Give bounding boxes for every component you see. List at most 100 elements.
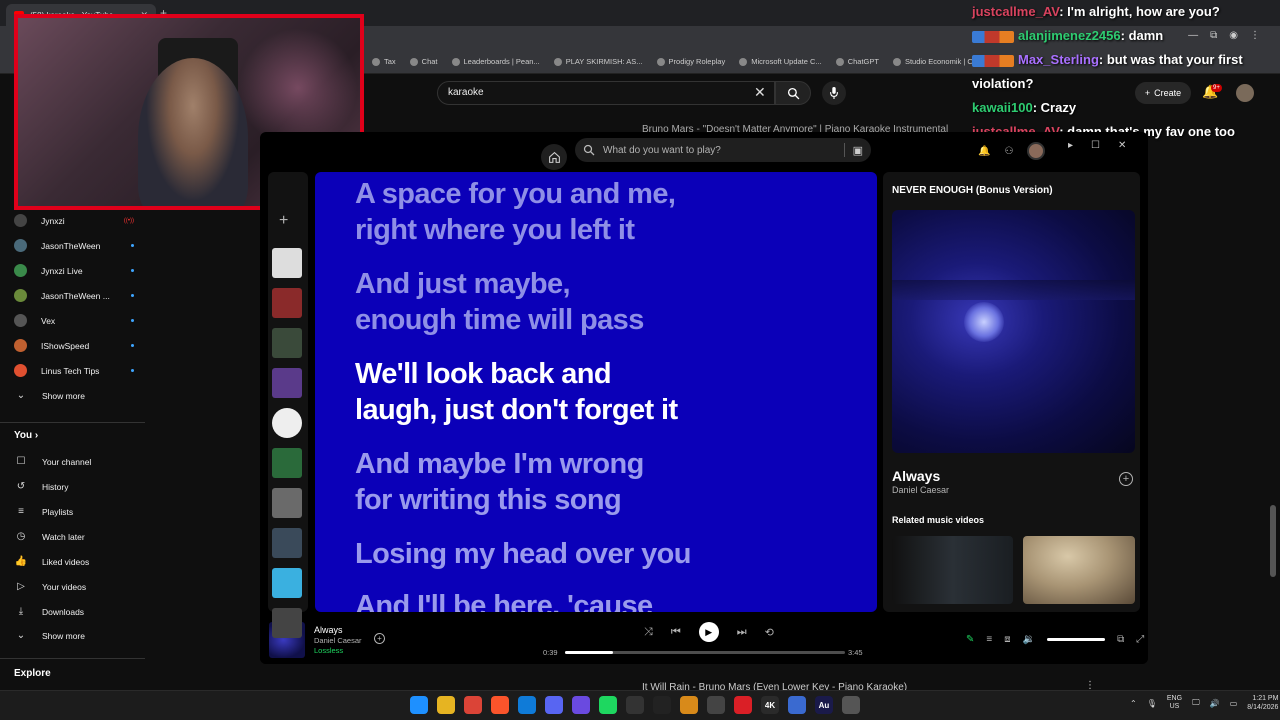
- sidebar-subscription[interactable]: Linus Tech Tips: [14, 364, 134, 377]
- related-video-thumbnail[interactable]: [1023, 536, 1135, 604]
- now-playing-artist[interactable]: Daniel Caesar: [892, 485, 949, 495]
- sidebar-item[interactable]: 👍 Liked videos: [14, 556, 134, 567]
- creative-cloud-icon[interactable]: [734, 696, 752, 714]
- settings-icon[interactable]: [842, 696, 860, 714]
- microphone-tray-icon[interactable]: 🎙: [1147, 699, 1157, 708]
- library-playlist-thumbnail[interactable]: [272, 248, 302, 278]
- sidebar-item[interactable]: ▷ Your videos: [14, 581, 134, 592]
- windows-start-icon[interactable]: [410, 696, 428, 714]
- audition-icon[interactable]: Au: [815, 696, 833, 714]
- spotify-avatar[interactable]: [1027, 142, 1046, 160]
- now-playing-song[interactable]: Always: [892, 468, 940, 484]
- lyric-line[interactable]: And just maybe, enough time will pass: [355, 266, 655, 338]
- sidebar-subscription[interactable]: JasonTheWeen: [14, 239, 134, 252]
- network-icon[interactable]: 🖵: [1192, 698, 1200, 708]
- edge-icon[interactable]: [518, 696, 536, 714]
- obs-icon[interactable]: [626, 696, 644, 714]
- library-playlist-thumbnail[interactable]: [272, 288, 302, 318]
- voice-search-button[interactable]: [822, 81, 846, 105]
- library-playlist-thumbnail[interactable]: [272, 368, 302, 398]
- library-playlist-thumbnail[interactable]: [272, 328, 302, 358]
- volume-icon[interactable]: 🔉: [1023, 634, 1035, 645]
- lyric-line[interactable]: A space for you and me, right where you …: [355, 176, 685, 248]
- window-minimize-icon[interactable]: ▸: [1068, 140, 1073, 151]
- miniplayer-icon[interactable]: ⧉: [1117, 634, 1124, 645]
- library-playlist-thumbnail[interactable]: [272, 608, 302, 638]
- lyric-line[interactable]: Losing my head over you: [355, 536, 755, 572]
- library-add-icon[interactable]: +: [279, 212, 288, 230]
- sidebar-item[interactable]: ☐ Your channel: [14, 456, 134, 467]
- create-button[interactable]: + Create: [1135, 82, 1191, 104]
- related-video-thumbnail[interactable]: [892, 536, 1013, 604]
- browse-icon[interactable]: ▣: [853, 144, 863, 157]
- spotify-home-button[interactable]: [541, 144, 567, 170]
- bookmark-item[interactable]: Leaderboards | Pean...: [451, 57, 540, 66]
- now-playing-album-title[interactable]: NEVER ENOUGH (Bonus Version): [892, 185, 1053, 196]
- player-add-icon[interactable]: +: [374, 633, 385, 644]
- volume-slider[interactable]: [1047, 638, 1106, 641]
- sidebar-item[interactable]: ⤓ Downloads: [14, 606, 134, 617]
- bookmark-item[interactable]: Chat: [409, 57, 438, 66]
- waveform-app-icon[interactable]: [653, 696, 671, 714]
- sidebar-subscription[interactable]: JasonTheWeen ...: [14, 289, 134, 302]
- volume-tray-icon[interactable]: 🔊: [1210, 699, 1220, 708]
- discord-icon[interactable]: [545, 696, 563, 714]
- battery-icon[interactable]: ▭: [1230, 699, 1238, 708]
- bookmark-item[interactable]: Prodigy Roleplay: [656, 57, 725, 66]
- library-playlist-thumbnail[interactable]: [272, 488, 302, 518]
- queue-icon[interactable]: ≡: [986, 634, 992, 645]
- library-playlist-thumbnail[interactable]: [272, 448, 302, 478]
- sidebar-subscription[interactable]: Jynxzi Live: [14, 264, 134, 277]
- page-scrollbar[interactable]: [1270, 505, 1276, 577]
- library-playlist-thumbnail[interactable]: [272, 568, 302, 598]
- sidebar-subscription[interactable]: Vex: [14, 314, 134, 327]
- fullscreen-icon[interactable]: ⤢: [1136, 634, 1144, 645]
- spotify-icon[interactable]: [599, 696, 617, 714]
- language-indicator[interactable]: ENG US: [1167, 695, 1182, 711]
- bookmark-item[interactable]: Studio Economik | C...: [892, 57, 979, 66]
- search-button[interactable]: [775, 81, 811, 105]
- lyrics-icon[interactable]: ✎: [966, 634, 974, 645]
- extension-puzzle-icon[interactable]: ⧉: [1210, 30, 1217, 41]
- repeat-icon[interactable]: ⟲: [765, 626, 774, 639]
- spotify-search-input[interactable]: What do you want to play? ▣: [575, 138, 871, 162]
- grid-app-icon[interactable]: [572, 696, 590, 714]
- store-icon[interactable]: [707, 696, 725, 714]
- account-avatar[interactable]: [1236, 84, 1254, 102]
- bookmark-item[interactable]: Microsoft Update C...: [739, 57, 822, 66]
- add-to-library-icon[interactable]: +: [1119, 472, 1133, 486]
- brave-icon[interactable]: [491, 696, 509, 714]
- friend-activity-icon[interactable]: ⚇: [1004, 146, 1013, 157]
- tray-chevron-icon[interactable]: ⌃: [1130, 699, 1137, 708]
- menu-dots-icon[interactable]: ⋮: [1250, 30, 1260, 41]
- library-playlist-thumbnail[interactable]: [272, 408, 302, 438]
- file-explorer-icon[interactable]: [437, 696, 455, 714]
- 4k-downloader-icon[interactable]: 4K: [761, 696, 779, 714]
- lyric-line[interactable]: And I'll be here, 'cause we: [355, 588, 655, 612]
- sidebar-show-more[interactable]: ⌄ Show more: [14, 630, 134, 641]
- profile-icon[interactable]: ◉: [1229, 30, 1238, 41]
- bookmark-item[interactable]: PLAY SKIRMISH: AS...: [553, 57, 643, 66]
- bookmark-item[interactable]: Tax: [372, 57, 396, 66]
- notes-app-icon[interactable]: [788, 696, 806, 714]
- search-clear-icon[interactable]: ✕: [754, 84, 766, 101]
- bookmark-item[interactable]: ChatGPT: [835, 57, 879, 66]
- sidebar-item[interactable]: ◷ Watch later: [14, 531, 134, 542]
- shuffle-icon[interactable]: ⤨: [644, 626, 653, 639]
- window-maximize-icon[interactable]: ☐: [1091, 140, 1100, 151]
- lyric-line[interactable]: We'll look back and laugh, just don't fo…: [355, 356, 685, 428]
- sidebar-you-heading[interactable]: You ›: [14, 430, 38, 441]
- library-playlist-thumbnail[interactable]: [272, 528, 302, 558]
- youtube-search-input[interactable]: karaoke: [437, 81, 775, 105]
- player-song[interactable]: Always: [314, 625, 343, 635]
- player-artist[interactable]: Daniel Caesar: [314, 636, 362, 645]
- lyric-line[interactable]: And maybe I'm wrong for writing this son…: [355, 446, 655, 518]
- previous-icon[interactable]: ⏮: [671, 626, 681, 639]
- notification-icon[interactable]: 🔔: [978, 146, 990, 157]
- next-icon[interactable]: ⏭: [737, 626, 747, 639]
- connect-device-icon[interactable]: ⧈: [1004, 634, 1010, 645]
- sidebar-item[interactable]: ↺ History: [14, 481, 134, 492]
- window-close-icon[interactable]: ✕: [1118, 140, 1126, 151]
- sidebar-item[interactable]: ≡ Playlists: [14, 506, 134, 517]
- sidebar-subscription[interactable]: IShowSpeed: [14, 339, 134, 352]
